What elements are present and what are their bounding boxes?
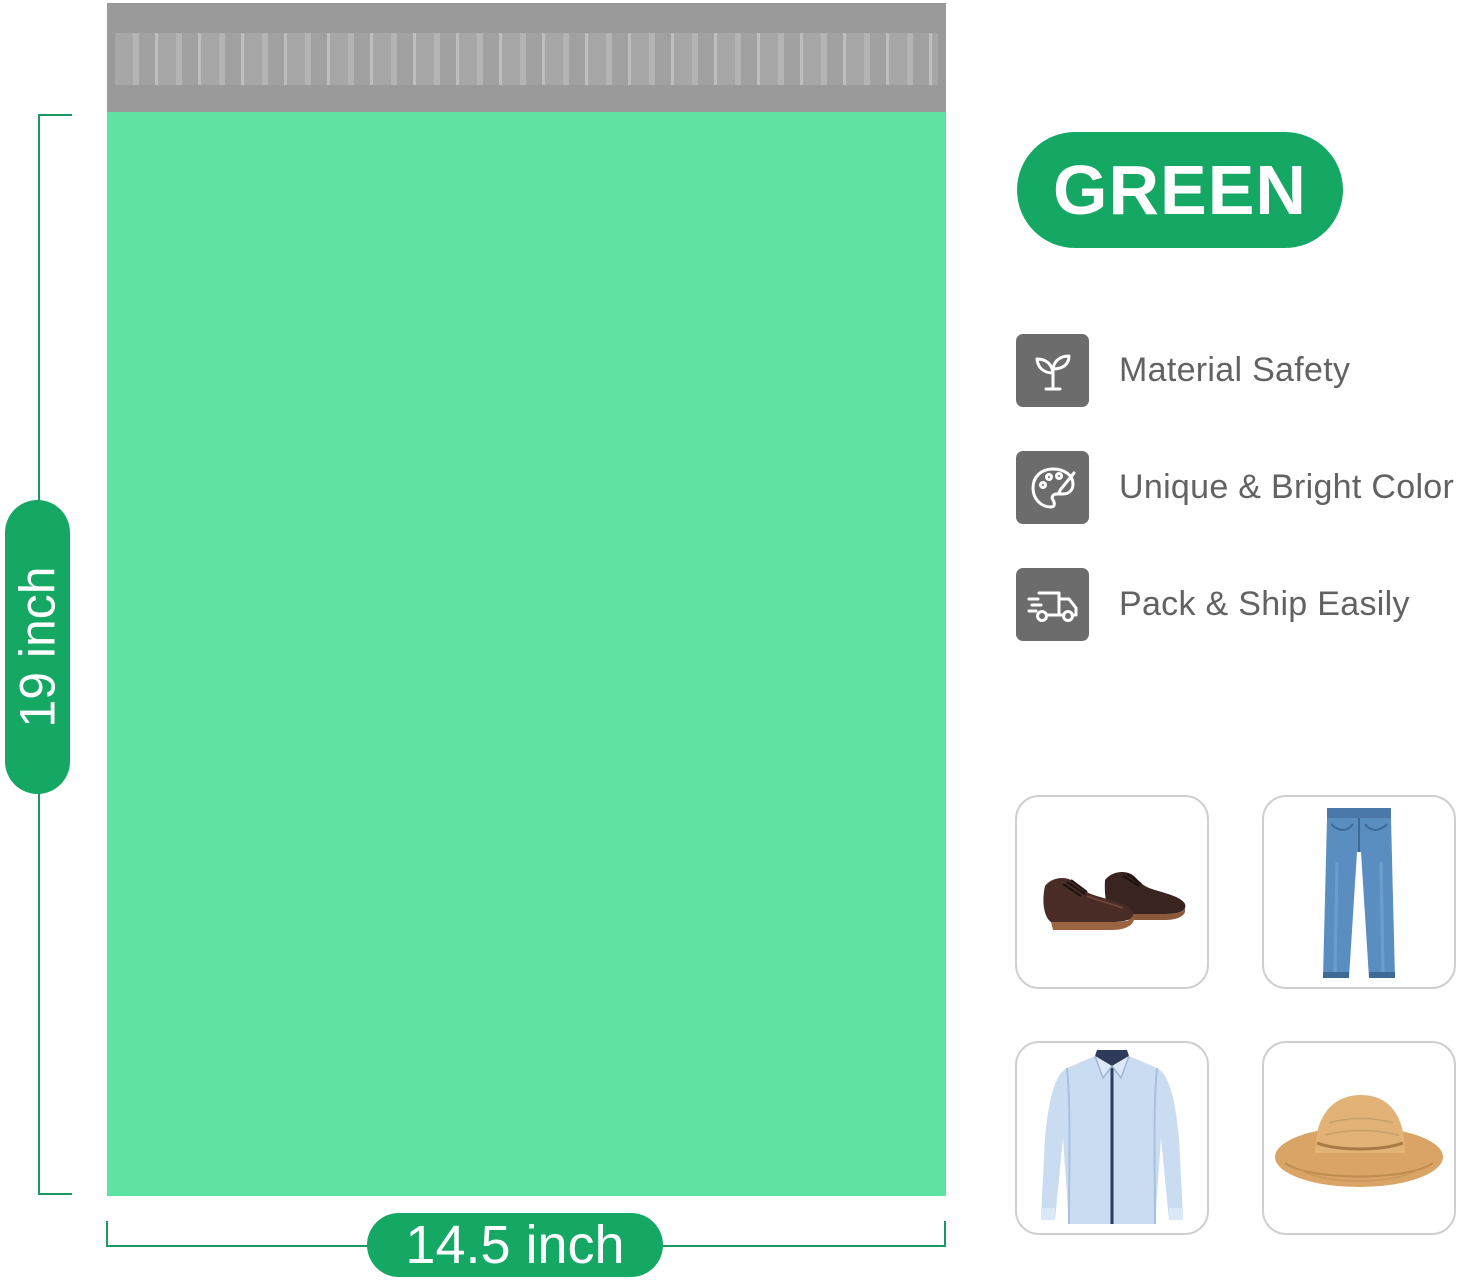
color-badge: GREEN <box>1017 132 1343 248</box>
height-line-bottom-tick <box>38 1193 72 1195</box>
width-line-left-tick <box>106 1221 108 1247</box>
dress-shirt-icon <box>1041 1050 1183 1225</box>
width-line-right <box>662 1245 946 1247</box>
height-line-lower <box>38 793 40 1195</box>
width-line-right-tick <box>944 1221 946 1247</box>
mailer-bag-body <box>107 112 946 1196</box>
feature-label: Pack & Ship Easily <box>1119 585 1410 623</box>
height-line-top-tick <box>38 114 72 116</box>
dress-shoes-icon <box>1043 872 1186 930</box>
palette-icon <box>1016 451 1089 524</box>
feature-bright-color: Unique & Bright Color <box>1016 451 1454 524</box>
delivery-truck-icon <box>1016 568 1089 641</box>
feature-pack-ship: Pack & Ship Easily <box>1016 568 1410 641</box>
sprout-icon <box>1016 334 1089 407</box>
sun-hat-icon <box>1275 1095 1443 1187</box>
feature-label: Unique & Bright Color <box>1119 468 1455 506</box>
feature-label: Material Safety <box>1119 351 1351 389</box>
width-line-left <box>106 1245 368 1247</box>
use-case-card-shoes <box>1015 795 1209 989</box>
height-label: 19 inch <box>9 566 66 728</box>
peel-off-tape <box>115 33 938 85</box>
use-case-card-jeans <box>1262 795 1456 989</box>
width-label: 14.5 inch <box>405 1215 625 1275</box>
width-badge: 14.5 inch <box>367 1213 663 1277</box>
adhesive-seal-strip <box>107 3 946 112</box>
height-badge: 19 inch <box>5 500 70 794</box>
height-line-upper <box>38 114 40 501</box>
jeans-icon <box>1323 808 1395 978</box>
use-case-card-hat <box>1262 1041 1456 1235</box>
use-case-card-shirt <box>1015 1041 1209 1235</box>
feature-material-safety: Material Safety <box>1016 334 1350 407</box>
color-name: GREEN <box>1053 151 1307 229</box>
